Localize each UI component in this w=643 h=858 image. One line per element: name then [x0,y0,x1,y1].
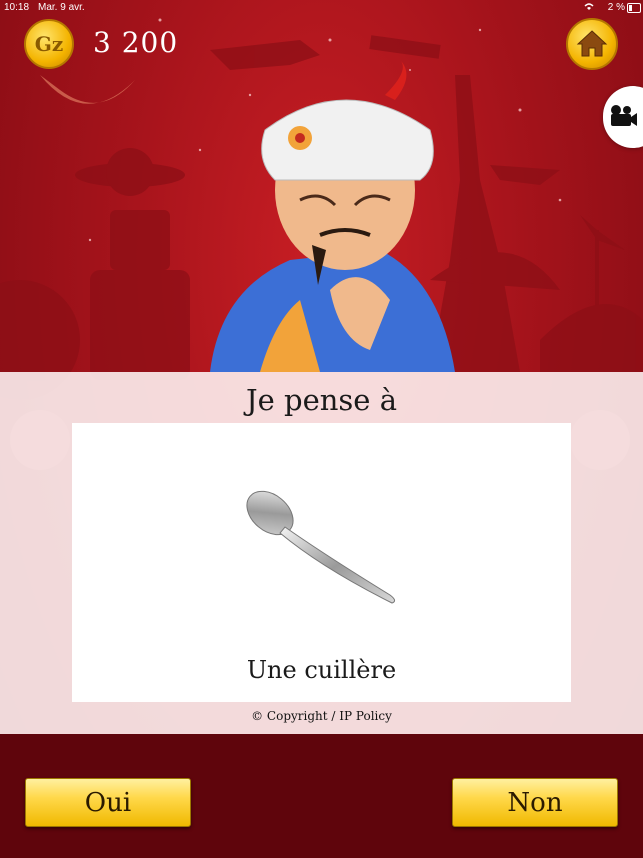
home-icon [576,30,608,57]
battery-percentage: 2 % [607,2,625,13]
no-button[interactable]: Non [452,778,618,827]
akinator-genie-illustration [210,60,455,372]
status-bar: 10:18 Mar. 9 avr. 2 % [0,0,643,16]
moon-icon [40,75,135,104]
answer-label: Une cuillère [246,656,397,684]
wifi-icon [583,1,595,14]
coin-icon: Gz [24,19,74,69]
video-button[interactable] [603,86,643,148]
yes-button[interactable]: Oui [25,778,191,827]
coin-label: Gz [34,32,64,56]
battery-icon [627,3,641,13]
copyright-link[interactable]: © Copyright / IP Policy [0,709,643,723]
status-time: 10:18 [4,2,30,13]
status-date: Mar. 9 avr. [38,2,85,13]
video-camera-icon [611,105,637,126]
result-title: Je pense à [246,383,397,417]
score-counter: 3 200 [93,26,179,59]
home-button[interactable] [566,18,618,70]
